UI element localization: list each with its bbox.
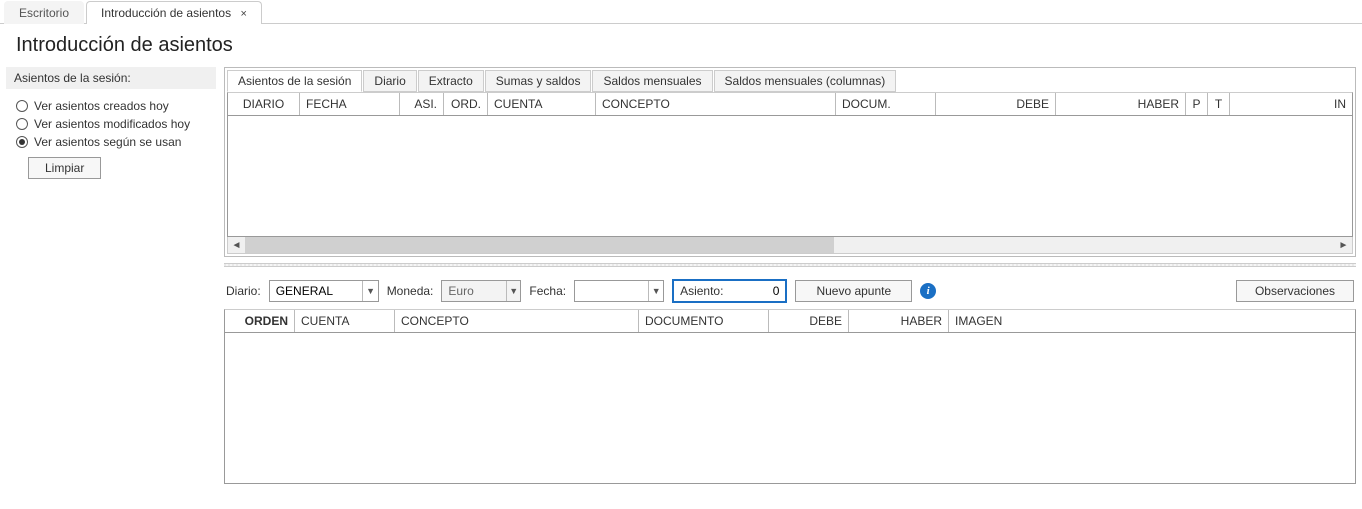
sub-tab-extracto[interactable]: Extracto [418, 70, 484, 92]
entry-grid-header: ORDEN CUENTA CONCEPTO DOCUMENTO DEBE HAB… [225, 310, 1355, 333]
top-tab-label: Escritorio [19, 6, 69, 20]
col-cuenta2[interactable]: CUENTA [295, 310, 395, 332]
sub-tab-bar: Asientos de la sesión Diario Extracto Su… [227, 70, 1353, 92]
radio-icon [16, 118, 28, 130]
col-documento[interactable]: DOCUMENTO [639, 310, 769, 332]
col-concepto[interactable]: CONCEPTO [596, 93, 836, 115]
fecha-label: Fecha: [529, 284, 566, 298]
radio-label: Ver asientos según se usan [34, 135, 181, 149]
radio-label: Ver asientos modificados hoy [34, 117, 190, 131]
sub-tab-session[interactable]: Asientos de la sesión [227, 70, 362, 92]
top-tab-bar: Escritorio Introducción de asientos × [0, 0, 1362, 24]
session-panel: Asientos de la sesión Diario Extracto Su… [224, 67, 1356, 257]
col-orden[interactable]: ORDEN [225, 310, 295, 332]
limpiar-button[interactable]: Limpiar [28, 157, 101, 179]
col-fecha[interactable]: FECHA [300, 93, 400, 115]
col-in[interactable]: IN [1230, 93, 1352, 115]
radio-modified-today[interactable]: Ver asientos modificados hoy [16, 115, 206, 133]
horizontal-scrollbar[interactable]: ◄ ► [227, 237, 1353, 254]
asiento-input[interactable] [731, 284, 779, 298]
moneda-label: Moneda: [387, 284, 434, 298]
splitter[interactable] [224, 263, 1356, 267]
sub-tab-sumas[interactable]: Sumas y saldos [485, 70, 592, 92]
col-docum[interactable]: DOCUM. [836, 93, 936, 115]
col-ord[interactable]: ORD. [444, 93, 488, 115]
col-haber[interactable]: HABER [1056, 93, 1186, 115]
col-p[interactable]: P [1186, 93, 1208, 115]
sub-tab-saldos-cols[interactable]: Saldos mensuales (columnas) [714, 70, 897, 92]
diario-label: Diario: [226, 284, 261, 298]
sub-tab-saldos-mens[interactable]: Saldos mensuales [592, 70, 712, 92]
asiento-label: Asiento: [680, 284, 723, 298]
col-imagen[interactable]: IMAGEN [949, 310, 1355, 332]
diario-input[interactable] [270, 282, 363, 300]
sidebar-header: Asientos de la sesión: [6, 67, 216, 89]
radio-icon [16, 100, 28, 112]
session-grid: DIARIO FECHA ASI. ORD. CUENTA CONCEPTO D… [227, 92, 1353, 237]
radio-as-used[interactable]: Ver asientos según se usan [16, 133, 206, 151]
chevron-down-icon[interactable]: ▼ [362, 281, 377, 301]
observaciones-button[interactable]: Observaciones [1236, 280, 1354, 302]
info-icon[interactable]: i [920, 283, 936, 299]
scroll-track[interactable] [245, 237, 1335, 253]
col-t[interactable]: T [1208, 93, 1230, 115]
close-icon[interactable]: × [240, 8, 246, 20]
col-debe[interactable]: DEBE [936, 93, 1056, 115]
col-asi[interactable]: ASI. [400, 93, 444, 115]
col-concepto2[interactable]: CONCEPTO [395, 310, 639, 332]
col-diario[interactable]: DIARIO [228, 93, 300, 115]
diario-combo[interactable]: ▼ [269, 280, 379, 302]
sub-tab-diario[interactable]: Diario [363, 70, 416, 92]
top-tab-label: Introducción de asientos [101, 6, 231, 20]
radio-label: Ver asientos creados hoy [34, 99, 169, 113]
col-cuenta[interactable]: CUENTA [488, 93, 596, 115]
session-grid-body[interactable] [228, 116, 1352, 236]
session-grid-header: DIARIO FECHA ASI. ORD. CUENTA CONCEPTO D… [228, 93, 1352, 116]
chevron-down-icon[interactable]: ▼ [648, 281, 663, 301]
page-title: Introducción de asientos [0, 24, 1362, 67]
scroll-left-icon[interactable]: ◄ [228, 237, 245, 254]
moneda-combo[interactable]: ▼ [441, 280, 521, 302]
scroll-right-icon[interactable]: ► [1335, 237, 1352, 254]
top-tab-escritorio[interactable]: Escritorio [4, 1, 84, 24]
nuevo-apunte-button[interactable]: Nuevo apunte [795, 280, 912, 302]
session-sidebar: Asientos de la sesión: Ver asientos crea… [6, 67, 216, 484]
scroll-thumb[interactable] [245, 237, 834, 253]
col-debe2[interactable]: DEBE [769, 310, 849, 332]
asiento-group: Asiento: [672, 279, 787, 303]
fecha-input[interactable] [575, 282, 648, 300]
fecha-combo[interactable]: ▼ [574, 280, 664, 302]
col-haber2[interactable]: HABER [849, 310, 949, 332]
top-tab-introduccion[interactable]: Introducción de asientos × [86, 1, 262, 24]
radio-icon [16, 136, 28, 148]
entry-toolbar: Diario: ▼ Moneda: ▼ Fecha: ▼ Asiento: Nu… [224, 273, 1356, 309]
entry-grid-body[interactable] [225, 333, 1355, 483]
chevron-down-icon[interactable]: ▼ [506, 281, 520, 301]
entry-grid: ORDEN CUENTA CONCEPTO DOCUMENTO DEBE HAB… [224, 309, 1356, 484]
moneda-input [442, 282, 506, 300]
radio-created-today[interactable]: Ver asientos creados hoy [16, 97, 206, 115]
